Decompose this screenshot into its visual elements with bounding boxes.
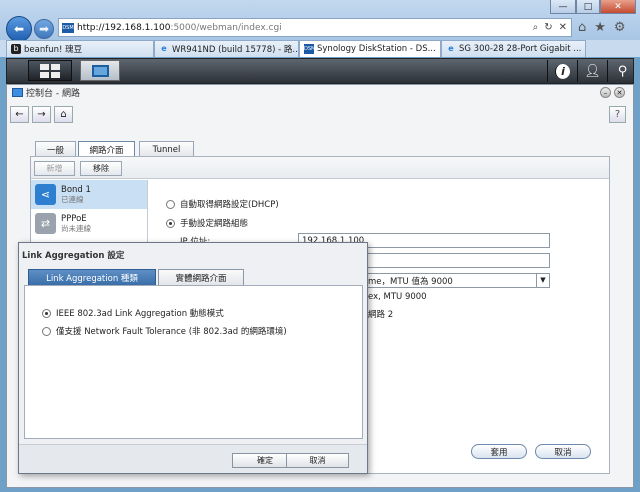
breadcrumb-text: 控制台 - 網路 bbox=[26, 89, 80, 99]
maximize-button[interactable]: □ bbox=[576, 0, 600, 14]
option-8023ad[interactable]: IEEE 802.3ad Link Aggregation 動態模式 bbox=[42, 307, 224, 319]
tab-general[interactable]: 一般 bbox=[35, 141, 76, 157]
control-panel-icon bbox=[12, 88, 23, 97]
list-item-pppoe[interactable]: ⇄ PPPoE 尚未連線 bbox=[31, 209, 147, 238]
tab-wr941nd[interactable]: e WR941ND (build 15778) - 路... bbox=[154, 40, 299, 57]
dsm-favicon-icon: DSM bbox=[62, 22, 74, 33]
bond-info-line2: 網路 2 bbox=[368, 310, 394, 320]
app-back-button[interactable]: ← bbox=[10, 106, 29, 123]
favorites-star-icon[interactable]: ★ bbox=[594, 20, 606, 35]
dhcp-label: 自動取得網路設定(DHCP) bbox=[180, 200, 279, 210]
search-icon[interactable]: ⚲ bbox=[607, 60, 637, 82]
interface-status: 已連線 bbox=[61, 195, 84, 204]
interface-list: ⋖ Bond 1 已連線 ⇄ PPPoE 尚未連線 bbox=[31, 180, 148, 250]
tab-label: Synology DiskStation - DS... bbox=[317, 44, 436, 54]
tab-synology[interactable]: DSM Synology DiskStation - DS... ✕ bbox=[299, 40, 441, 57]
dhcp-radio[interactable] bbox=[166, 199, 175, 209]
tab-label: SG 300-28 28-Port Gigabit ... bbox=[459, 44, 582, 54]
tab-tunnel[interactable]: Tunnel bbox=[139, 141, 194, 157]
manual-radio[interactable] bbox=[166, 218, 175, 228]
browser-forward-button[interactable]: ➡ bbox=[34, 19, 54, 39]
mtu-select-value: me，MTU 值為 9000 bbox=[368, 276, 453, 287]
stop-icon[interactable]: ✕ bbox=[559, 22, 567, 33]
app-forward-button[interactable]: → bbox=[32, 106, 51, 123]
tab-aggregation-type[interactable]: Link Aggregation 種類 bbox=[28, 269, 156, 285]
ie-icon: e bbox=[161, 44, 167, 53]
window-minimize-icon[interactable]: – bbox=[600, 87, 611, 98]
interface-status: 尚未連線 bbox=[61, 224, 91, 233]
interface-name: PPPoE bbox=[61, 214, 87, 224]
dialog-title: Link Aggregation 設定 bbox=[22, 251, 125, 261]
ie-icon: e bbox=[448, 44, 454, 53]
option-fault-tolerance-radio[interactable] bbox=[42, 326, 51, 336]
dhcp-option[interactable]: 自動取得網路設定(DHCP) bbox=[166, 198, 279, 210]
browser-back-button[interactable]: ⬅ bbox=[6, 16, 32, 42]
breadcrumb: 控制台 - 網路 bbox=[12, 86, 80, 99]
help-button[interactable]: ? bbox=[609, 106, 626, 123]
url-host: http://192.168.1.100 bbox=[77, 22, 171, 33]
list-item-bond1[interactable]: ⋖ Bond 1 已連線 bbox=[31, 180, 147, 209]
monitor-icon bbox=[91, 64, 109, 77]
tab-label: WR941ND (build 15778) - 路... bbox=[172, 45, 299, 55]
apply-button[interactable]: 套用 bbox=[471, 444, 527, 459]
user-icon[interactable]: 👤︎ bbox=[577, 60, 607, 82]
minimize-button[interactable]: — bbox=[550, 0, 576, 14]
dialog-cancel-button[interactable]: 取消 bbox=[286, 453, 349, 468]
window-close-icon[interactable]: ✕ bbox=[614, 87, 625, 98]
beanfun-icon: b bbox=[11, 44, 21, 54]
tab-beanfun[interactable]: b beanfun! 瑰豆 bbox=[6, 40, 154, 57]
control-panel-taskbar-button[interactable] bbox=[80, 60, 120, 81]
manual-label: 手動設定網路組態 bbox=[180, 219, 249, 229]
option-8023ad-label: IEEE 802.3ad Link Aggregation 動態模式 bbox=[56, 309, 224, 319]
tab-physical-interfaces[interactable]: 實體網路介面 bbox=[158, 269, 244, 285]
address-bar[interactable]: DSM http://192.168.1.100:5000/webman/ind… bbox=[58, 18, 572, 37]
info-icon[interactable]: i bbox=[547, 60, 577, 82]
close-window-button[interactable]: ✕ bbox=[600, 0, 636, 14]
manual-option[interactable]: 手動設定網路組態 bbox=[166, 217, 248, 229]
back-arrow-icon: ⬅ bbox=[13, 22, 25, 36]
remove-button[interactable]: 移除 bbox=[80, 161, 122, 176]
pppoe-icon: ⇄ bbox=[35, 213, 56, 234]
tab-network-interface[interactable]: 網路介面 bbox=[78, 141, 135, 157]
url-path: :5000/webman/index.cgi bbox=[170, 22, 282, 33]
tab-label: beanfun! 瑰豆 bbox=[24, 45, 83, 55]
search-icon[interactable]: ⌕ bbox=[533, 22, 539, 33]
dsm-icon: DSM bbox=[304, 44, 316, 54]
tools-gear-icon[interactable]: ⚙ bbox=[614, 20, 626, 35]
app-home-button[interactable]: ⌂ bbox=[54, 106, 73, 123]
create-button[interactable]: 新增 bbox=[34, 161, 75, 176]
option-8023ad-radio[interactable] bbox=[42, 308, 51, 318]
home-icon[interactable]: ⌂ bbox=[578, 20, 586, 35]
interface-name: Bond 1 bbox=[61, 185, 91, 195]
option-fault-tolerance[interactable]: 僅支援 Network Fault Tolerance (非 802.3ad 的… bbox=[42, 325, 287, 337]
chevron-down-icon[interactable]: ▼ bbox=[536, 274, 549, 287]
share-bond-icon: ⋖ bbox=[35, 184, 56, 205]
option-fault-tolerance-label: 僅支援 Network Fault Tolerance (非 802.3ad 的… bbox=[56, 327, 287, 337]
main-menu-button[interactable] bbox=[28, 60, 72, 81]
refresh-icon[interactable]: ↻ bbox=[544, 22, 552, 33]
tab-sg300[interactable]: e SG 300-28 28-Port Gigabit ... bbox=[441, 40, 586, 57]
cancel-button[interactable]: 取消 bbox=[535, 444, 591, 459]
bond-info-line1: ex, MTU 9000 bbox=[368, 292, 427, 302]
forward-arrow-icon: ➡ bbox=[38, 22, 50, 36]
